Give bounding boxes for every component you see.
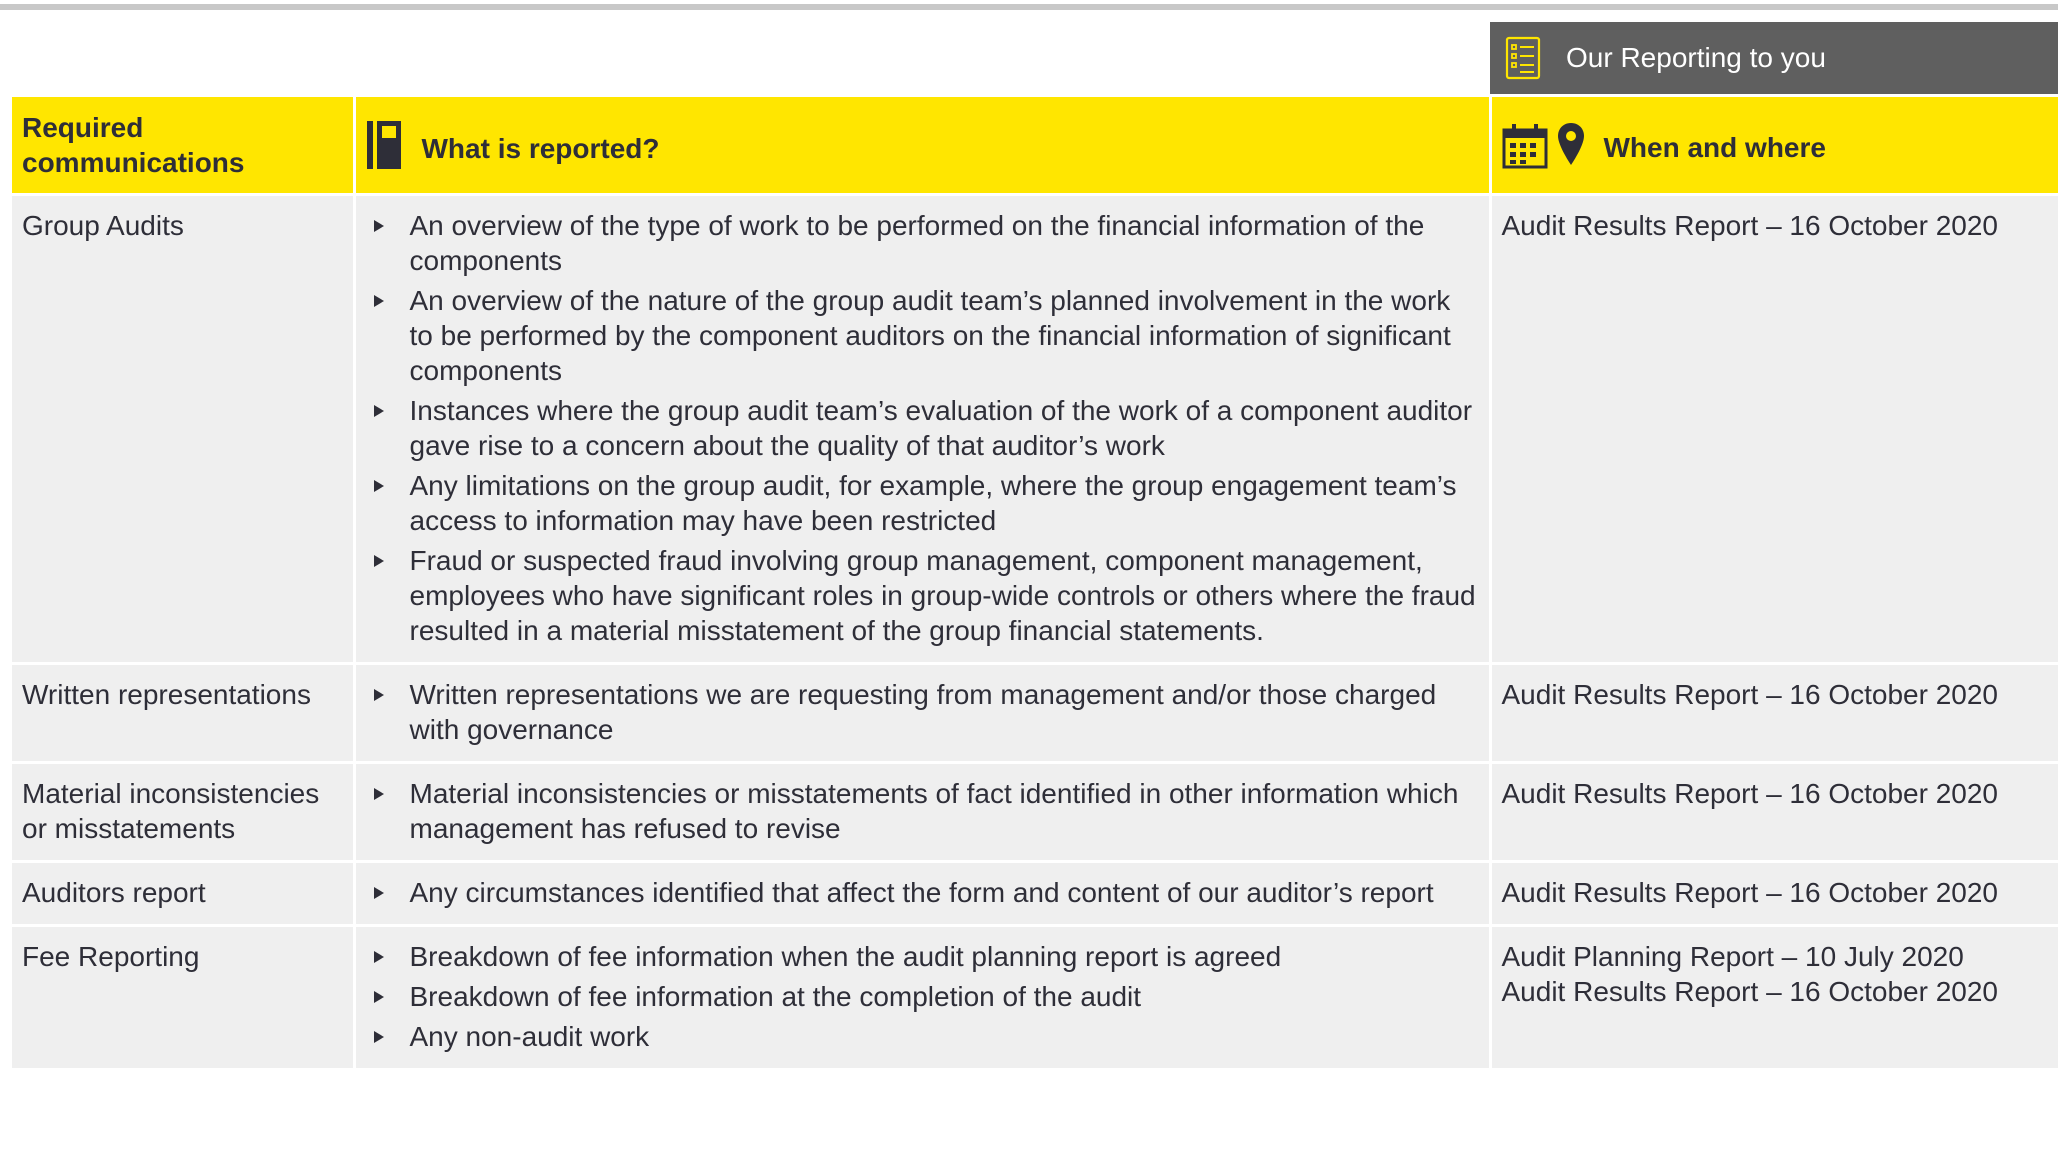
header-when-and-where: When and where [1490,97,2058,195]
table-row: Written representations Written represent… [12,662,2058,763]
reported-items-list: Breakdown of fee information when the au… [366,939,1479,1054]
list-item: Breakdown of fee information at the comp… [366,979,1479,1014]
header-row: Required communications What is reported… [12,97,2058,195]
communication-name: Material inconsistencies or misstatement… [12,761,356,862]
book-icon [366,121,401,169]
list-item: Fraud or suspected fraud involving group… [366,543,1479,648]
communication-name: Fee Reporting [12,924,356,1068]
reported-items-list: Written representations we are requestin… [366,677,1479,747]
reporting-banner: Our Reporting to you [1490,22,2058,94]
communications-table: Required communications What is reported… [12,97,2058,1068]
list-item: An overview of the type of work to be pe… [366,208,1479,278]
list-item: Any circumstances identified that affect… [366,875,1479,910]
list-item: Instances where the group audit team’s e… [366,393,1479,463]
when-where-cell: Audit Results Report – 16 October 2020 [1490,860,2058,926]
reported-items-list: An overview of the type of work to be pe… [366,208,1479,648]
report-list-icon [1505,36,1541,80]
calendar-icon [1502,124,1547,169]
report-date: Audit Results Report – 16 October 2020 [1501,778,1999,809]
report-date: Audit Results Report – 16 October 2020 [1501,976,1999,1007]
when-where-cell: Audit Results Report – 16 October 2020 [1490,761,2058,862]
when-where-cell: Audit Results Report – 16 October 2020 [1490,193,2058,664]
table-row: Auditors report Any circumstances identif… [12,860,2058,926]
what-reported-cell: Written representations we are requestin… [354,662,1492,763]
report-date: Audit Results Report – 16 October 2020 [1501,877,1999,908]
what-reported-cell: An overview of the type of work to be pe… [354,193,1492,664]
header-when-text: When and where [1603,132,1826,163]
list-item: Written representations we are requestin… [366,677,1479,747]
communication-name: Written representations [12,662,356,763]
header-required-communications: Required communications [12,97,356,195]
list-item: An overview of the nature of the group a… [366,283,1479,388]
when-where-cell: Audit Planning Report – 10 July 2020 Audi… [1490,924,2058,1068]
table-row: Material inconsistencies or misstatement… [12,761,2058,862]
table-body: Group Audits An overview of the type of w… [12,193,2058,1068]
header-what-text: What is reported? [421,133,660,164]
communication-name: Group Audits [12,193,356,664]
what-reported-cell: Material inconsistencies or misstatement… [354,761,1492,862]
list-item: Any limitations on the group audit, for … [366,468,1479,538]
table-row: Group Audits An overview of the type of w… [12,193,2058,664]
communication-name: Auditors report [12,860,356,926]
report-date: Audit Results Report – 16 October 2020 [1501,679,1999,710]
table-row: Fee Reporting Breakdown of fee informatio… [12,924,2058,1068]
report-date: Audit Planning Report – 10 July 2020 [1501,941,1964,972]
top-divider [0,4,2058,10]
when-where-cell: Audit Results Report – 16 October 2020 [1490,662,2058,763]
list-item: Breakdown of fee information when the au… [366,939,1479,974]
reported-items-list: Any circumstances identified that affect… [366,875,1479,910]
location-pin-icon [1557,123,1584,165]
list-item: Any non-audit work [366,1019,1479,1054]
report-date: Audit Results Report – 16 October 2020 [1501,210,1999,241]
what-reported-cell: Any circumstances identified that affect… [354,860,1492,926]
reported-items-list: Material inconsistencies or misstatement… [366,776,1479,846]
list-item: Material inconsistencies or misstatement… [366,776,1479,846]
header-what-is-reported: What is reported? [354,97,1492,195]
banner-title: Our Reporting to you [1566,42,1826,73]
what-reported-cell: Breakdown of fee information when the au… [354,924,1492,1068]
